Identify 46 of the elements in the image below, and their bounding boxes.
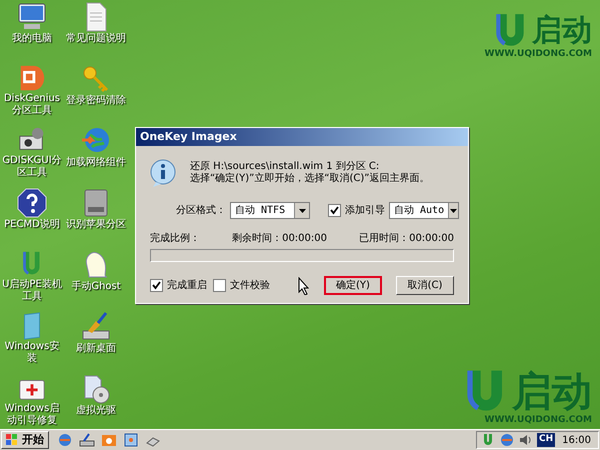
- logo-url: WWW.UQIDONG.COM: [484, 50, 592, 59]
- checkbox[interactable]: [213, 279, 226, 292]
- progress-label: 完成比例：: [150, 232, 200, 246]
- dropdown[interactable]: 自动 NTFS: [230, 202, 310, 219]
- info-icon: [148, 158, 178, 188]
- checkbox-label: 文件校验: [230, 278, 270, 293]
- dialog-button[interactable]: 确定(Y): [324, 276, 382, 295]
- start-button[interactable]: 开始: [1, 431, 49, 449]
- desktop-shortcut[interactable]: PECMD说明: [0, 187, 64, 241]
- check-icon: [330, 206, 339, 215]
- message-text: 选择“确定(Y)”立即开始，选择“取消(C)”返回主界面。: [190, 173, 430, 185]
- logo-text: 启动: [512, 372, 592, 412]
- desktop-shortcut[interactable]: 登录密码清除: [64, 63, 128, 117]
- drive-tool-icon[interactable]: [79, 432, 95, 448]
- language-indicator[interactable]: CH: [537, 433, 556, 447]
- format-label: 分区格式：: [176, 204, 226, 218]
- image-icon[interactable]: [123, 432, 139, 448]
- remaining-time: 剩余时间：00:00:00: [232, 232, 327, 246]
- desktop-shortcut[interactable]: 加载网络组件: [64, 125, 128, 179]
- dropdown[interactable]: 自动 Auto: [389, 202, 459, 219]
- desktop-shortcut[interactable]: Windows安装: [0, 311, 64, 365]
- message-text: 还原 H:\sources\install.wim 1 到分区 C:: [190, 161, 380, 172]
- checkbox-label: 完成重启: [167, 278, 207, 293]
- desktop-shortcut[interactable]: DiskGenius分区工具: [0, 63, 64, 117]
- windows-logo-icon: [6, 434, 18, 446]
- desktop-shortcut[interactable]: 常见问题说明: [64, 1, 128, 55]
- elapsed-time: 已用时间：00:00:00: [359, 232, 454, 246]
- desktop-shortcut[interactable]: 我的电脑: [0, 1, 64, 55]
- desktop-shortcut[interactable]: GDISKGUI分区工具: [0, 125, 64, 179]
- mouse-cursor-icon: [298, 276, 310, 294]
- desktop-shortcut[interactable]: U启动PE装机工具: [0, 249, 64, 303]
- window-title: OneKey Imagex: [140, 128, 237, 145]
- checkbox[interactable]: [150, 279, 163, 292]
- desktop-shortcut[interactable]: 虚拟光驱: [64, 373, 128, 427]
- checkbox[interactable]: [328, 204, 341, 217]
- logo-url: WWW.UQIDONG.COM: [484, 416, 592, 425]
- clock: 16:00: [561, 434, 592, 448]
- help-icon: [16, 187, 48, 219]
- desktop-shortcut[interactable]: 刷新桌面: [64, 311, 128, 365]
- desktop-shortcut[interactable]: Windows启动引导修复: [0, 373, 64, 427]
- check-icon: [152, 281, 161, 290]
- desktop-shortcut[interactable]: 识别苹果分区: [64, 187, 128, 241]
- logo-text: 启动: [532, 16, 592, 46]
- dialog-button[interactable]: 取消(C): [396, 276, 454, 295]
- checkbox-label: 添加引导: [345, 204, 385, 218]
- desktop-shortcut[interactable]: 手动Ghost: [64, 249, 128, 303]
